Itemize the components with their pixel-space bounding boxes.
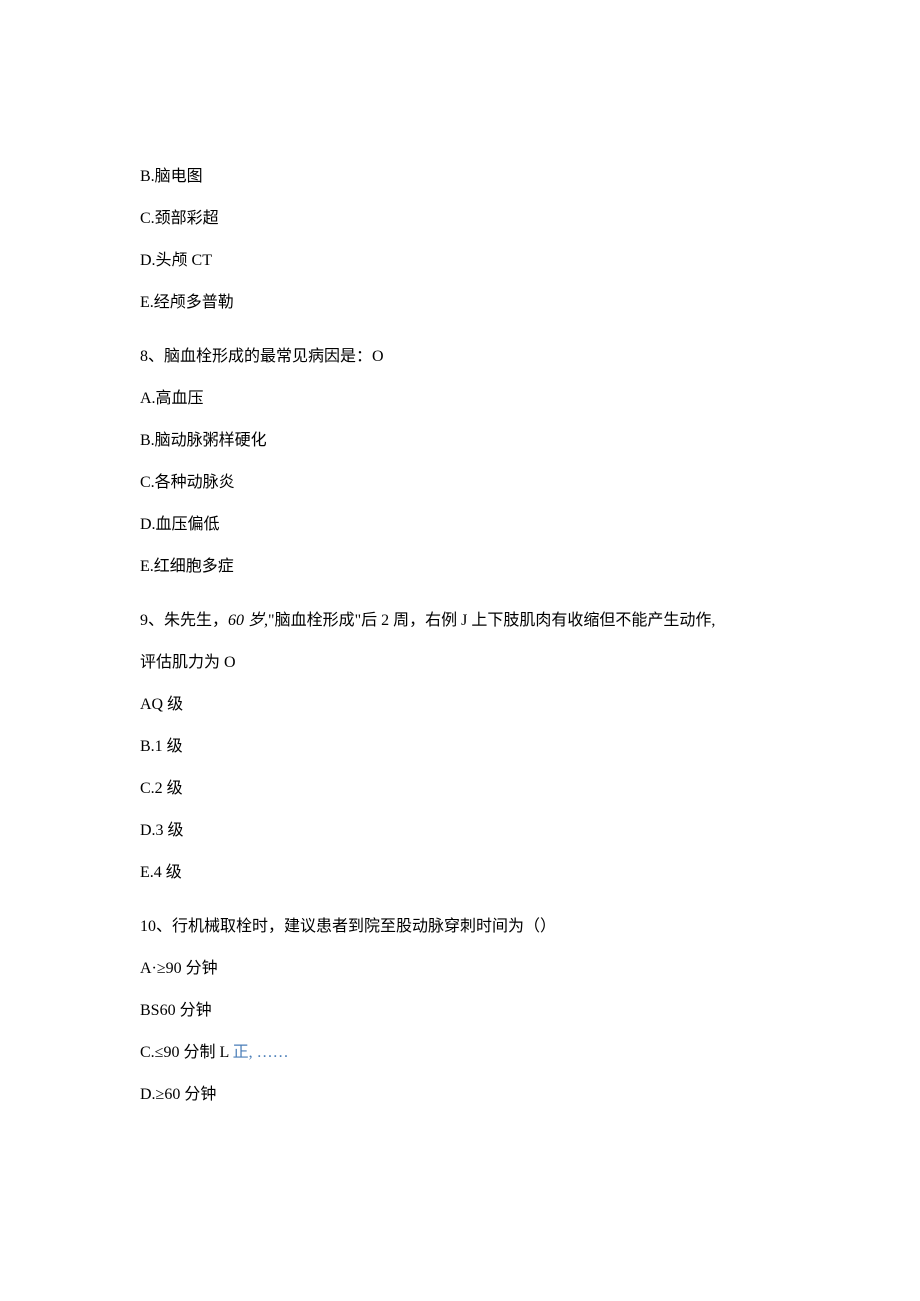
q10-question: 10、行机械取栓时，建议患者到院至股动脉穿刺时间为（） — [140, 915, 780, 939]
q9-question-part1: 9、朱先生， — [140, 612, 228, 629]
q9-option-b: B.1 级 — [140, 735, 780, 759]
q8-question: 8、脑血栓形成的最常见病因是：O — [140, 345, 780, 369]
q10-option-c: C.≤90 分制 L 正, …… — [140, 1041, 780, 1065]
q8-option-b: B.脑动脉粥样硬化 — [140, 429, 780, 453]
q9-option-c: C.2 级 — [140, 777, 780, 801]
q8-option-d: D.血压偏低 — [140, 513, 780, 537]
q9-question-italic: 60 岁, — [228, 612, 268, 629]
q9-option-d: D.3 级 — [140, 819, 780, 843]
q9-option-e: E.4 级 — [140, 861, 780, 885]
q7-option-c: C.颈部彩超 — [140, 207, 780, 231]
q7-option-d: D.头颅 CT — [140, 249, 780, 273]
q8-option-e: E.红细胞多症 — [140, 555, 780, 579]
q10-option-b: BS60 分钟 — [140, 999, 780, 1023]
q8-option-a: A.高血压 — [140, 387, 780, 411]
q7-option-b: B.脑电图 — [140, 165, 780, 189]
q10-option-c-blue: 正, …… — [233, 1044, 289, 1061]
q10-option-c-part1: C.≤90 分制 L — [140, 1044, 233, 1061]
q10-option-d: D.≥60 分钟 — [140, 1083, 780, 1107]
q9-question-part2: "脑血栓形成"后 2 周，右例 J 上下肢肌肉有收缩但不能产生动作, — [268, 612, 715, 629]
q10-option-a: A·≥90 分钟 — [140, 957, 780, 981]
q9-question: 9、朱先生，60 岁,"脑血栓形成"后 2 周，右例 J 上下肢肌肉有收缩但不能… — [140, 609, 780, 633]
q7-option-e: E.经颅多普勒 — [140, 291, 780, 315]
q8-option-c: C.各种动脉炎 — [140, 471, 780, 495]
q9-option-a: AQ 级 — [140, 693, 780, 717]
q9-question-line2: 评估肌力为 O — [140, 651, 780, 675]
